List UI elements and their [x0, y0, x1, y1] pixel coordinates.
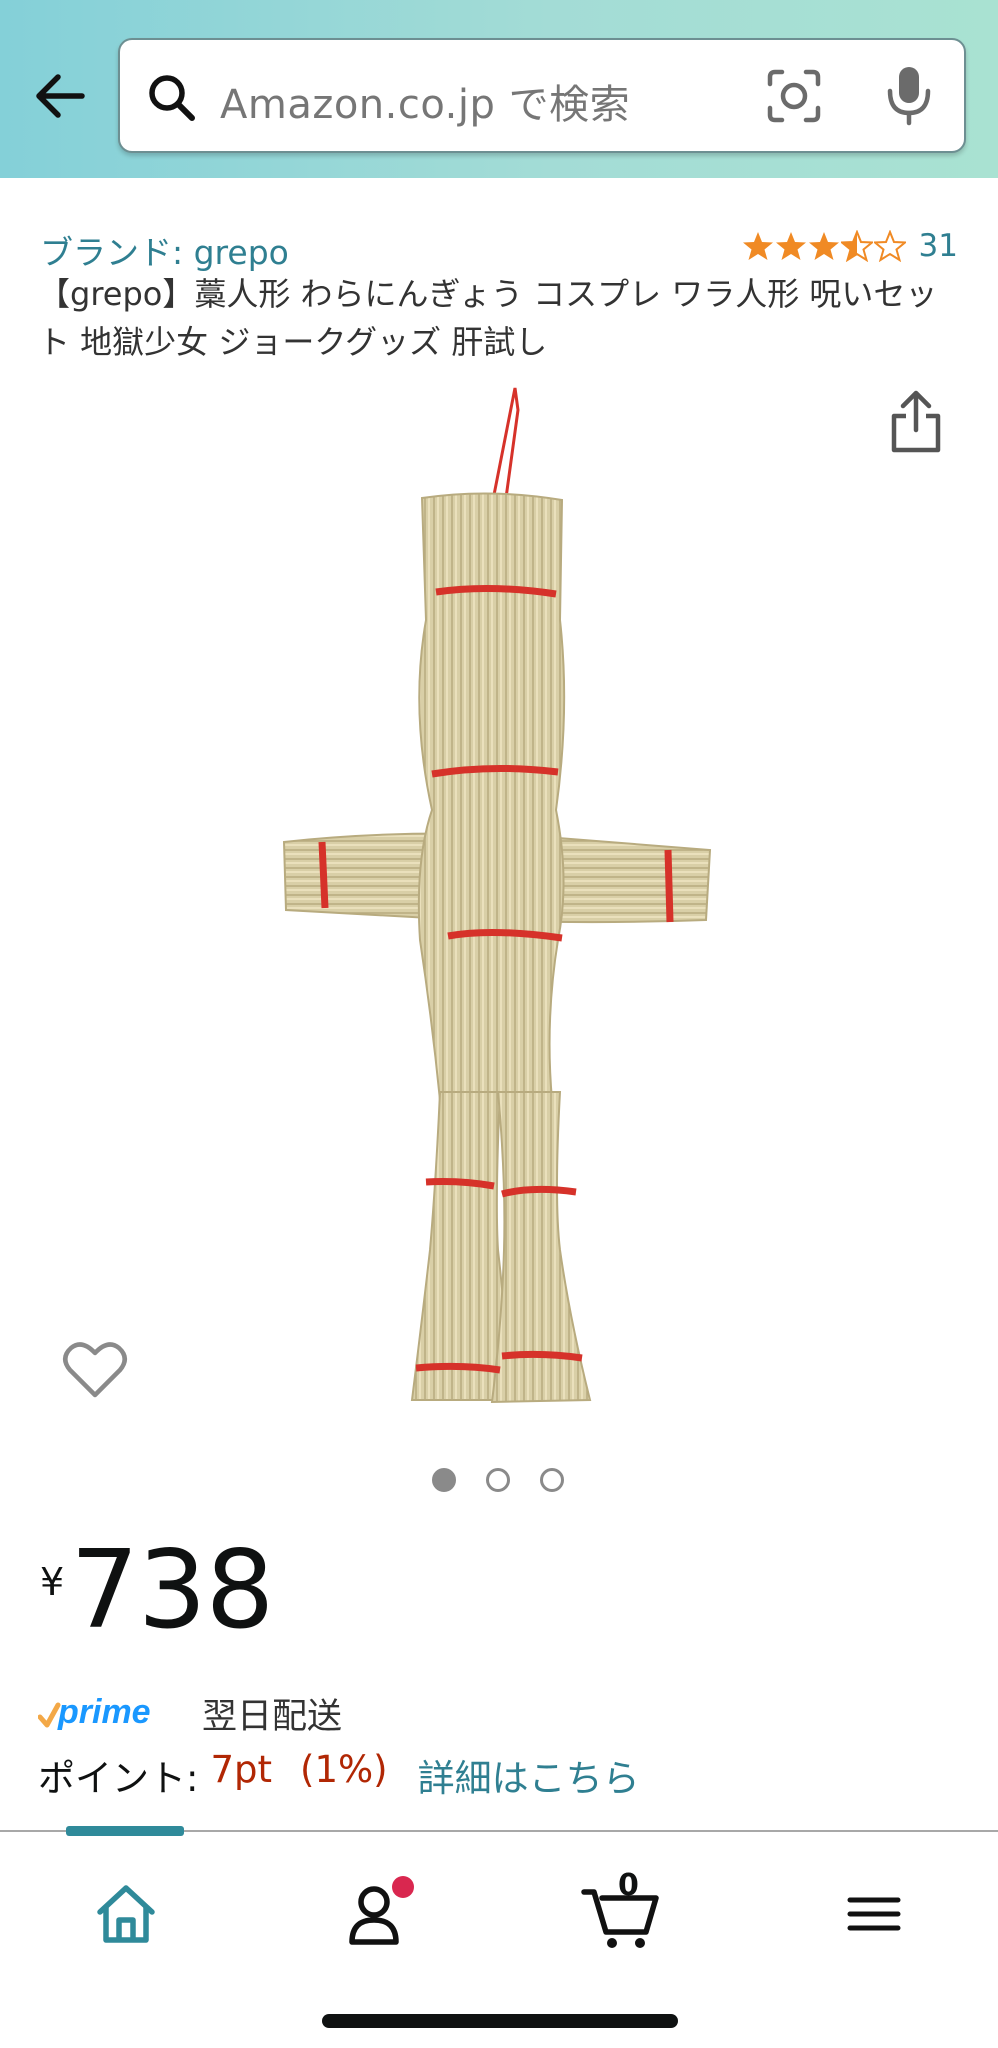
camera-search-icon[interactable]	[766, 68, 822, 124]
points-percent: (1%)	[300, 1748, 388, 1791]
nav-account[interactable]	[336, 1874, 416, 1954]
star-half-icon	[840, 230, 873, 262]
search-bar[interactable]: Amazon.co.jp で検索	[118, 38, 966, 153]
points-details-link[interactable]: 詳細はこちら	[418, 1748, 640, 1802]
price: ¥ 738	[40, 1526, 274, 1656]
image-carousel-dots[interactable]	[432, 1468, 564, 1492]
back-button[interactable]	[28, 64, 92, 128]
carousel-dot[interactable]	[540, 1468, 564, 1492]
search-icon	[149, 75, 195, 121]
points-label: ポイント:	[38, 1757, 199, 1800]
price-value: 738	[70, 1528, 274, 1653]
cart-count: 0	[618, 1868, 639, 1903]
brand-link[interactable]: ブランド: grepo	[40, 226, 289, 274]
rating[interactable]: 31	[742, 228, 958, 264]
nav-active-indicator	[66, 1826, 184, 1836]
bottom-nav: 0	[0, 1826, 998, 2048]
search-input[interactable]: Amazon.co.jp で検索	[220, 72, 630, 130]
heart-icon[interactable]	[62, 1340, 128, 1400]
points-row: ポイント: 7pt (1%) 詳細はこちら	[38, 1748, 640, 1802]
nav-cart[interactable]: 0	[580, 1868, 664, 1954]
currency-symbol: ¥	[40, 1560, 65, 1604]
rating-stars	[742, 230, 907, 262]
back-arrow-icon	[36, 74, 85, 118]
prime-logo-icon: prime	[38, 1693, 151, 1731]
carousel-dot[interactable]	[486, 1468, 510, 1492]
carousel-dot[interactable]	[432, 1468, 456, 1492]
menu-icon	[847, 1897, 901, 1931]
product-title: 【grepo】藁人形 わらにんぎょう コスプレ ワラ人形 呪いセット 地獄少女 …	[38, 275, 938, 361]
rating-count[interactable]: 31	[919, 228, 958, 264]
product-image[interactable]	[270, 380, 720, 1410]
prime-logo-text: prime	[57, 1693, 151, 1731]
home-indicator[interactable]	[322, 2014, 678, 2028]
search-header: Amazon.co.jp で検索	[0, 0, 998, 178]
delivery-text: 翌日配送	[202, 1697, 343, 1737]
star-full-icon	[742, 232, 773, 260]
nav-menu[interactable]	[832, 1874, 912, 1954]
home-icon	[97, 1885, 155, 1943]
prime-delivery: prime 翌日配送	[38, 1688, 342, 1739]
nav-home[interactable]	[86, 1874, 166, 1954]
notification-badge	[392, 1876, 414, 1898]
share-icon[interactable]	[886, 388, 946, 456]
star-empty-icon	[873, 230, 906, 262]
microphone-icon[interactable]	[884, 64, 934, 126]
star-full-icon	[775, 232, 806, 260]
star-full-icon	[808, 232, 839, 260]
points-value: 7pt	[210, 1748, 273, 1791]
